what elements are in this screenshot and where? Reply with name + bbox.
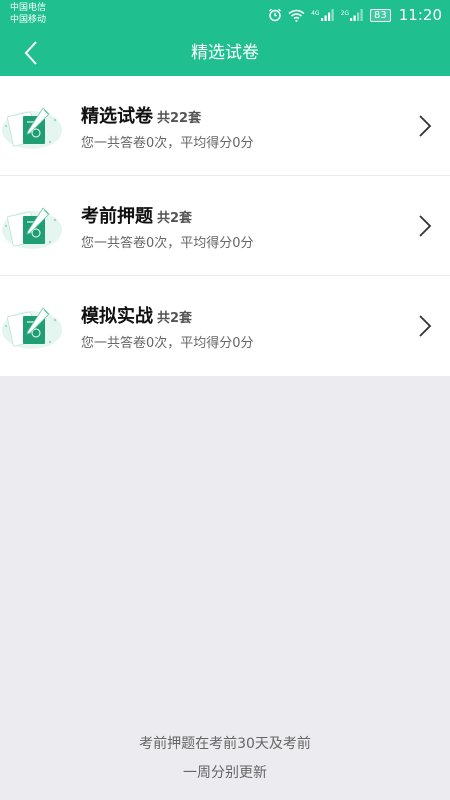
carrier-info: 中国电信 中国移动 [10,2,46,26]
net-label-2: 2G [340,10,350,17]
chevron-right-icon [419,315,432,337]
exam-paper-icon [2,307,62,349]
carrier-1: 中国电信 [10,3,47,13]
chevron-right-icon [419,215,432,237]
item-title-text: 精选试卷 [81,106,153,127]
page-title: 精选试卷 [191,43,259,63]
footer-note-line-2: 一周分别更新 [183,765,267,781]
alarm-icon [268,8,282,22]
item-count: 共2套 [157,311,193,326]
item-stats: 您一共答卷0次，平均得分0分 [81,236,254,251]
item-title-text: 考前押题 [81,206,153,227]
item-stats: 您一共答卷0次，平均得分0分 [81,336,254,351]
nav-bar: 精选试卷 [0,30,450,76]
carrier-2: 中国移动 [10,15,47,25]
item-title: 精选试卷 共22套 [81,102,201,128]
footer-note: 考前押题在考前30天及考前 一周分别更新 [0,730,450,788]
item-count: 共2套 [157,211,193,226]
battery-indicator: 83 [370,8,391,22]
status-icons: 4G 2G 83 11:20 [268,5,442,25]
item-title-text: 模拟实战 [81,306,153,327]
list-item-exam-predictions[interactable]: 考前押题 共2套 您一共答卷0次，平均得分0分 [0,176,450,276]
exam-list: 精选试卷 共22套 您一共答卷0次，平均得分0分 考前押题 共2套 您一共答卷0… [0,76,450,376]
net-label-1: 4G [311,10,320,17]
exam-paper-icon [2,107,62,149]
footer-note-line-1: 考前押题在考前30天及考前 [139,736,311,752]
status-time: 11:20 [398,6,442,24]
status-bar: 中国电信 中国移动 4G 2G 83 11:20 [0,0,450,30]
wifi-icon [288,9,305,22]
exam-paper-icon [2,207,62,249]
item-title: 模拟实战 共2套 [81,302,192,328]
signal-2g-icon: 2G [341,9,364,21]
list-item-selected-papers[interactable]: 精选试卷 共22套 您一共答卷0次，平均得分0分 [0,76,450,176]
item-title: 考前押题 共2套 [81,202,192,228]
chevron-right-icon [419,115,432,137]
list-item-mock-practice[interactable]: 模拟实战 共2套 您一共答卷0次，平均得分0分 [0,276,450,376]
item-stats: 您一共答卷0次，平均得分0分 [81,136,254,151]
signal-4g-icon: 4G [311,9,334,21]
item-count: 共22套 [157,111,202,126]
